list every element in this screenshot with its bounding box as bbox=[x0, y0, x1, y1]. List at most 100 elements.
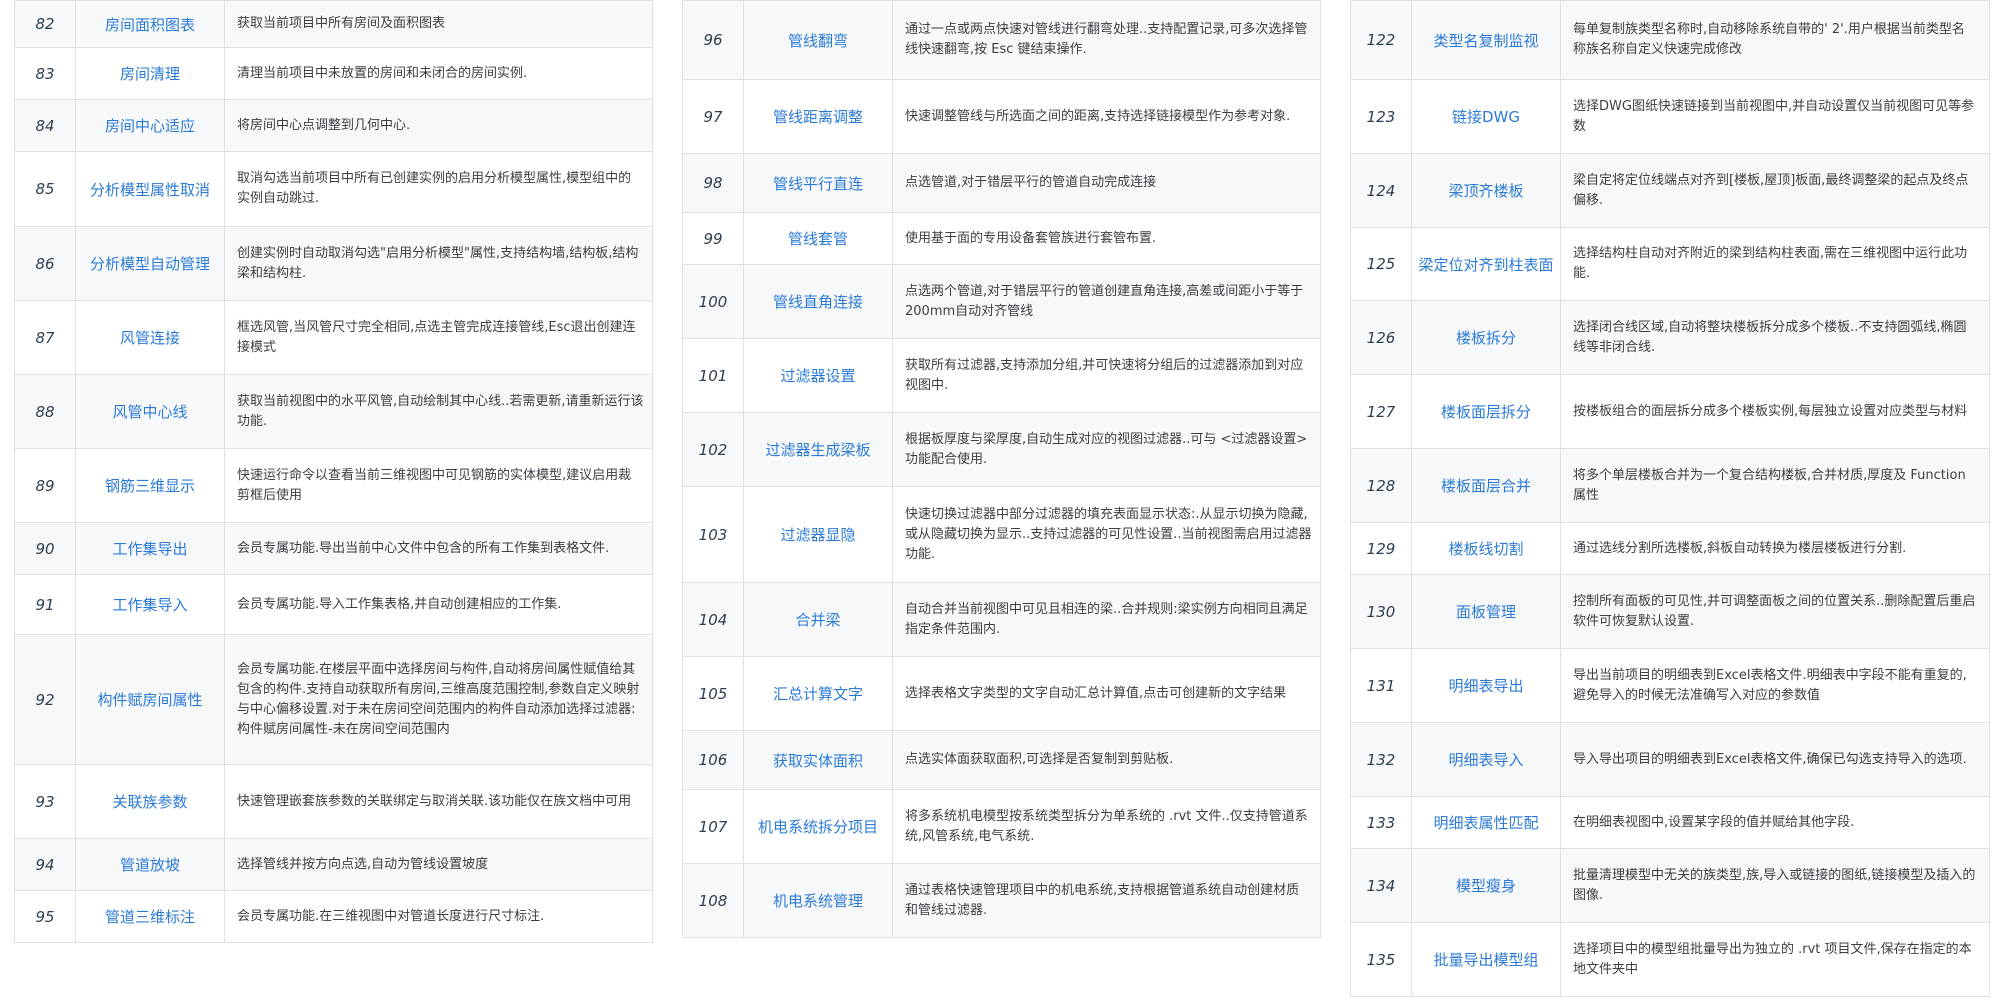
feature-description: 快速管理嵌套族参数的关联绑定与取消关联.该功能仅在族文档中可用 bbox=[224, 764, 653, 839]
table-row: 90 工作集导出 会员专属功能.导出当前中心文件中包含的所有工作集到表格文件. bbox=[14, 522, 653, 575]
feature-name-link[interactable]: 明细表导出 bbox=[1411, 648, 1561, 723]
feature-name-link[interactable]: 明细表导入 bbox=[1411, 722, 1561, 797]
row-number: 135 bbox=[1350, 922, 1412, 997]
feature-name-link[interactable]: 过滤器生成梁板 bbox=[743, 412, 893, 487]
feature-description: 获取当前视图中的水平风管,自动绘制其中心线..若需更新,请重新运行该功能. bbox=[224, 374, 653, 449]
feature-name-link[interactable]: 楼板拆分 bbox=[1411, 300, 1561, 375]
feature-name-link[interactable]: 合并梁 bbox=[743, 582, 893, 657]
feature-description: 会员专属功能.在楼层平面中选择房间与构件,自动将房间属性赋值给其包含的构件.支持… bbox=[224, 634, 653, 765]
feature-name-link[interactable]: 梁定位对齐到柱表面 bbox=[1411, 227, 1561, 301]
row-number: 126 bbox=[1350, 300, 1412, 375]
row-number: 88 bbox=[14, 374, 76, 449]
feature-description: 选择表格文字类型的文字自动汇总计算值,点击可创建新的文字结果 bbox=[892, 656, 1321, 731]
feature-name-link[interactable]: 风管连接 bbox=[75, 300, 225, 375]
table-row: 129 楼板线切割 通过选线分割所选楼板,斜板自动转换为楼层楼板进行分割. bbox=[1350, 522, 1990, 575]
feature-name-link[interactable]: 楼板面层合并 bbox=[1411, 448, 1561, 523]
feature-name-link[interactable]: 管线套管 bbox=[743, 212, 893, 265]
table-row: 126 楼板拆分 选择闭合线区域,自动将整块楼板拆分成多个楼板..不支持圆弧线,椭圆… bbox=[1350, 300, 1990, 375]
row-number: 105 bbox=[682, 656, 744, 731]
feature-name-link[interactable]: 管道放坡 bbox=[75, 838, 225, 891]
feature-name-link[interactable]: 梁顶齐楼板 bbox=[1411, 153, 1561, 228]
row-number: 104 bbox=[682, 582, 744, 657]
feature-name-link[interactable]: 过滤器设置 bbox=[743, 338, 893, 413]
row-number: 134 bbox=[1350, 848, 1412, 923]
feature-description: 选择结构柱自动对齐附近的梁到结构柱表面,需在三维视图中运行此功能. bbox=[1560, 227, 1990, 301]
row-number: 108 bbox=[682, 863, 744, 938]
table-row: 131 明细表导出 导出当前项目的明细表到Excel表格文件.明细表中字段不能有重复… bbox=[1350, 648, 1990, 723]
feature-description: 清理当前项目中未放置的房间和未闭合的房间实例. bbox=[224, 47, 653, 100]
feature-name-link[interactable]: 模型瘦身 bbox=[1411, 848, 1561, 923]
feature-name-link[interactable]: 机电系统管理 bbox=[743, 863, 893, 938]
feature-name-link[interactable]: 房间面积图表 bbox=[75, 0, 225, 48]
row-number: 96 bbox=[682, 0, 744, 80]
feature-name-link[interactable]: 房间清理 bbox=[75, 47, 225, 100]
feature-name-link[interactable]: 风管中心线 bbox=[75, 374, 225, 449]
feature-description: 创建实例时自动取消勾选"启用分析模型"属性,支持结构墙,结构板,结构梁和结构柱. bbox=[224, 226, 653, 301]
feature-name-link[interactable]: 楼板线切割 bbox=[1411, 522, 1561, 575]
table-row: 95 管道三维标注 会员专属功能.在三维视图中对管道长度进行尺寸标注. bbox=[14, 890, 653, 943]
feature-description: 点选管道,对于错层平行的管道自动完成连接 bbox=[892, 153, 1321, 213]
table-row: 92 构件赋房间属性 会员专属功能.在楼层平面中选择房间与构件,自动将房间属性赋值给… bbox=[14, 634, 653, 765]
feature-description: 通过一点或两点快速对管线进行翻弯处理..支持配置记录,可多次选择管线快速翻弯,按… bbox=[892, 0, 1321, 80]
feature-name-link[interactable]: 过滤器显隐 bbox=[743, 486, 893, 583]
feature-name-link[interactable]: 面板管理 bbox=[1411, 574, 1561, 649]
feature-name-link[interactable]: 钢筋三维显示 bbox=[75, 448, 225, 523]
feature-name-link[interactable]: 关联族参数 bbox=[75, 764, 225, 839]
feature-name-link[interactable]: 构件赋房间属性 bbox=[75, 634, 225, 765]
table-row: 135 批量导出模型组 选择项目中的模型组批量导出为独立的 .rvt 项目文件,保存… bbox=[1350, 922, 1990, 997]
feature-name-link[interactable]: 管线平行直连 bbox=[743, 153, 893, 213]
row-number: 131 bbox=[1350, 648, 1412, 723]
feature-name-link[interactable]: 工作集导入 bbox=[75, 574, 225, 635]
table-row: 98 管线平行直连 点选管道,对于错层平行的管道自动完成连接 bbox=[682, 153, 1321, 213]
feature-name-link[interactable]: 机电系统拆分项目 bbox=[743, 789, 893, 864]
table-row: 82 房间面积图表 获取当前项目中所有房间及面积图表 bbox=[14, 0, 653, 48]
feature-description: 在明细表视图中,设置某字段的值并赋给其他字段. bbox=[1560, 796, 1990, 849]
feature-name-link[interactable]: 分析模型属性取消 bbox=[75, 151, 225, 227]
feature-description: 将房间中心点调整到几何中心. bbox=[224, 99, 653, 152]
row-number: 99 bbox=[682, 212, 744, 265]
feature-name-link[interactable]: 类型名复制监视 bbox=[1411, 0, 1561, 80]
row-number: 89 bbox=[14, 448, 76, 523]
feature-description: 取消勾选当前项目中所有已创建实例的启用分析模型属性,模型组中的实例自动跳过. bbox=[224, 151, 653, 227]
row-number: 129 bbox=[1350, 522, 1412, 575]
feature-description: 梁自定将定位线端点对齐到[楼板,屋顶]板面,最终调整梁的起点及终点偏移. bbox=[1560, 153, 1990, 228]
feature-name-link[interactable]: 楼板面层拆分 bbox=[1411, 374, 1561, 449]
feature-name-link[interactable]: 管线翻弯 bbox=[743, 0, 893, 80]
row-number: 103 bbox=[682, 486, 744, 583]
table-column-middle: 96 管线翻弯 通过一点或两点快速对管线进行翻弯处理..支持配置记录,可多次选择管线… bbox=[682, 0, 1321, 938]
row-number: 102 bbox=[682, 412, 744, 487]
feature-description: 批量清理模型中无关的族类型,族,导入或链接的图纸,链接模型及插入的图像. bbox=[1560, 848, 1990, 923]
feature-name-link[interactable]: 链接DWG bbox=[1411, 79, 1561, 154]
feature-name-link[interactable]: 明细表属性匹配 bbox=[1411, 796, 1561, 849]
feature-name-link[interactable]: 管线直角连接 bbox=[743, 264, 893, 339]
feature-description: 通过表格快速管理项目中的机电系统,支持根据管道系统自动创建材质和管线过滤器. bbox=[892, 863, 1321, 938]
feature-name-link[interactable]: 汇总计算文字 bbox=[743, 656, 893, 731]
row-number: 127 bbox=[1350, 374, 1412, 449]
row-number: 98 bbox=[682, 153, 744, 213]
feature-name-link[interactable]: 房间中心适应 bbox=[75, 99, 225, 152]
feature-name-link[interactable]: 管道三维标注 bbox=[75, 890, 225, 943]
table-row: 88 风管中心线 获取当前视图中的水平风管,自动绘制其中心线..若需更新,请重新运行… bbox=[14, 374, 653, 449]
row-number: 107 bbox=[682, 789, 744, 864]
feature-name-link[interactable]: 获取实体面积 bbox=[743, 730, 893, 790]
feature-name-link[interactable]: 管线距离调整 bbox=[743, 79, 893, 154]
row-number: 86 bbox=[14, 226, 76, 301]
row-number: 87 bbox=[14, 300, 76, 375]
row-number: 130 bbox=[1350, 574, 1412, 649]
row-number: 97 bbox=[682, 79, 744, 154]
table-row: 84 房间中心适应 将房间中心点调整到几何中心. bbox=[14, 99, 653, 152]
feature-description: 导出当前项目的明细表到Excel表格文件.明细表中字段不能有重复的,避免导入的时… bbox=[1560, 648, 1990, 723]
table-row: 132 明细表导入 导入导出项目的明细表到Excel表格文件,确保已勾选支持导入的选… bbox=[1350, 722, 1990, 797]
feature-description: 将多系统机电模型按系统类型拆分为单系统的 .rvt 文件..仅支持管道系统,风管… bbox=[892, 789, 1321, 864]
table-row: 122 类型名复制监视 每单复制族类型名称时,自动移除系统自带的' 2'.用户根据当… bbox=[1350, 0, 1990, 80]
row-number: 122 bbox=[1350, 0, 1412, 80]
feature-name-link[interactable]: 批量导出模型组 bbox=[1411, 922, 1561, 997]
table-row: 123 链接DWG 选择DWG图纸快速链接到当前视图中,并自动设置仅当前视图可见等参… bbox=[1350, 79, 1990, 154]
table-row: 91 工作集导入 会员专属功能.导入工作集表格,并自动创建相应的工作集. bbox=[14, 574, 653, 635]
feature-table: 82 房间面积图表 获取当前项目中所有房间及面积图表 83 房间清理 清理当前项目中未放… bbox=[14, 0, 653, 943]
feature-description: 会员专属功能.在三维视图中对管道长度进行尺寸标注. bbox=[224, 890, 653, 943]
feature-name-link[interactable]: 分析模型自动管理 bbox=[75, 226, 225, 301]
feature-name-link[interactable]: 工作集导出 bbox=[75, 522, 225, 575]
row-number: 128 bbox=[1350, 448, 1412, 523]
table-row: 103 过滤器显隐 快速切换过滤器中部分过滤器的填充表面显示状态:.从显示切换为隐藏… bbox=[682, 486, 1321, 583]
